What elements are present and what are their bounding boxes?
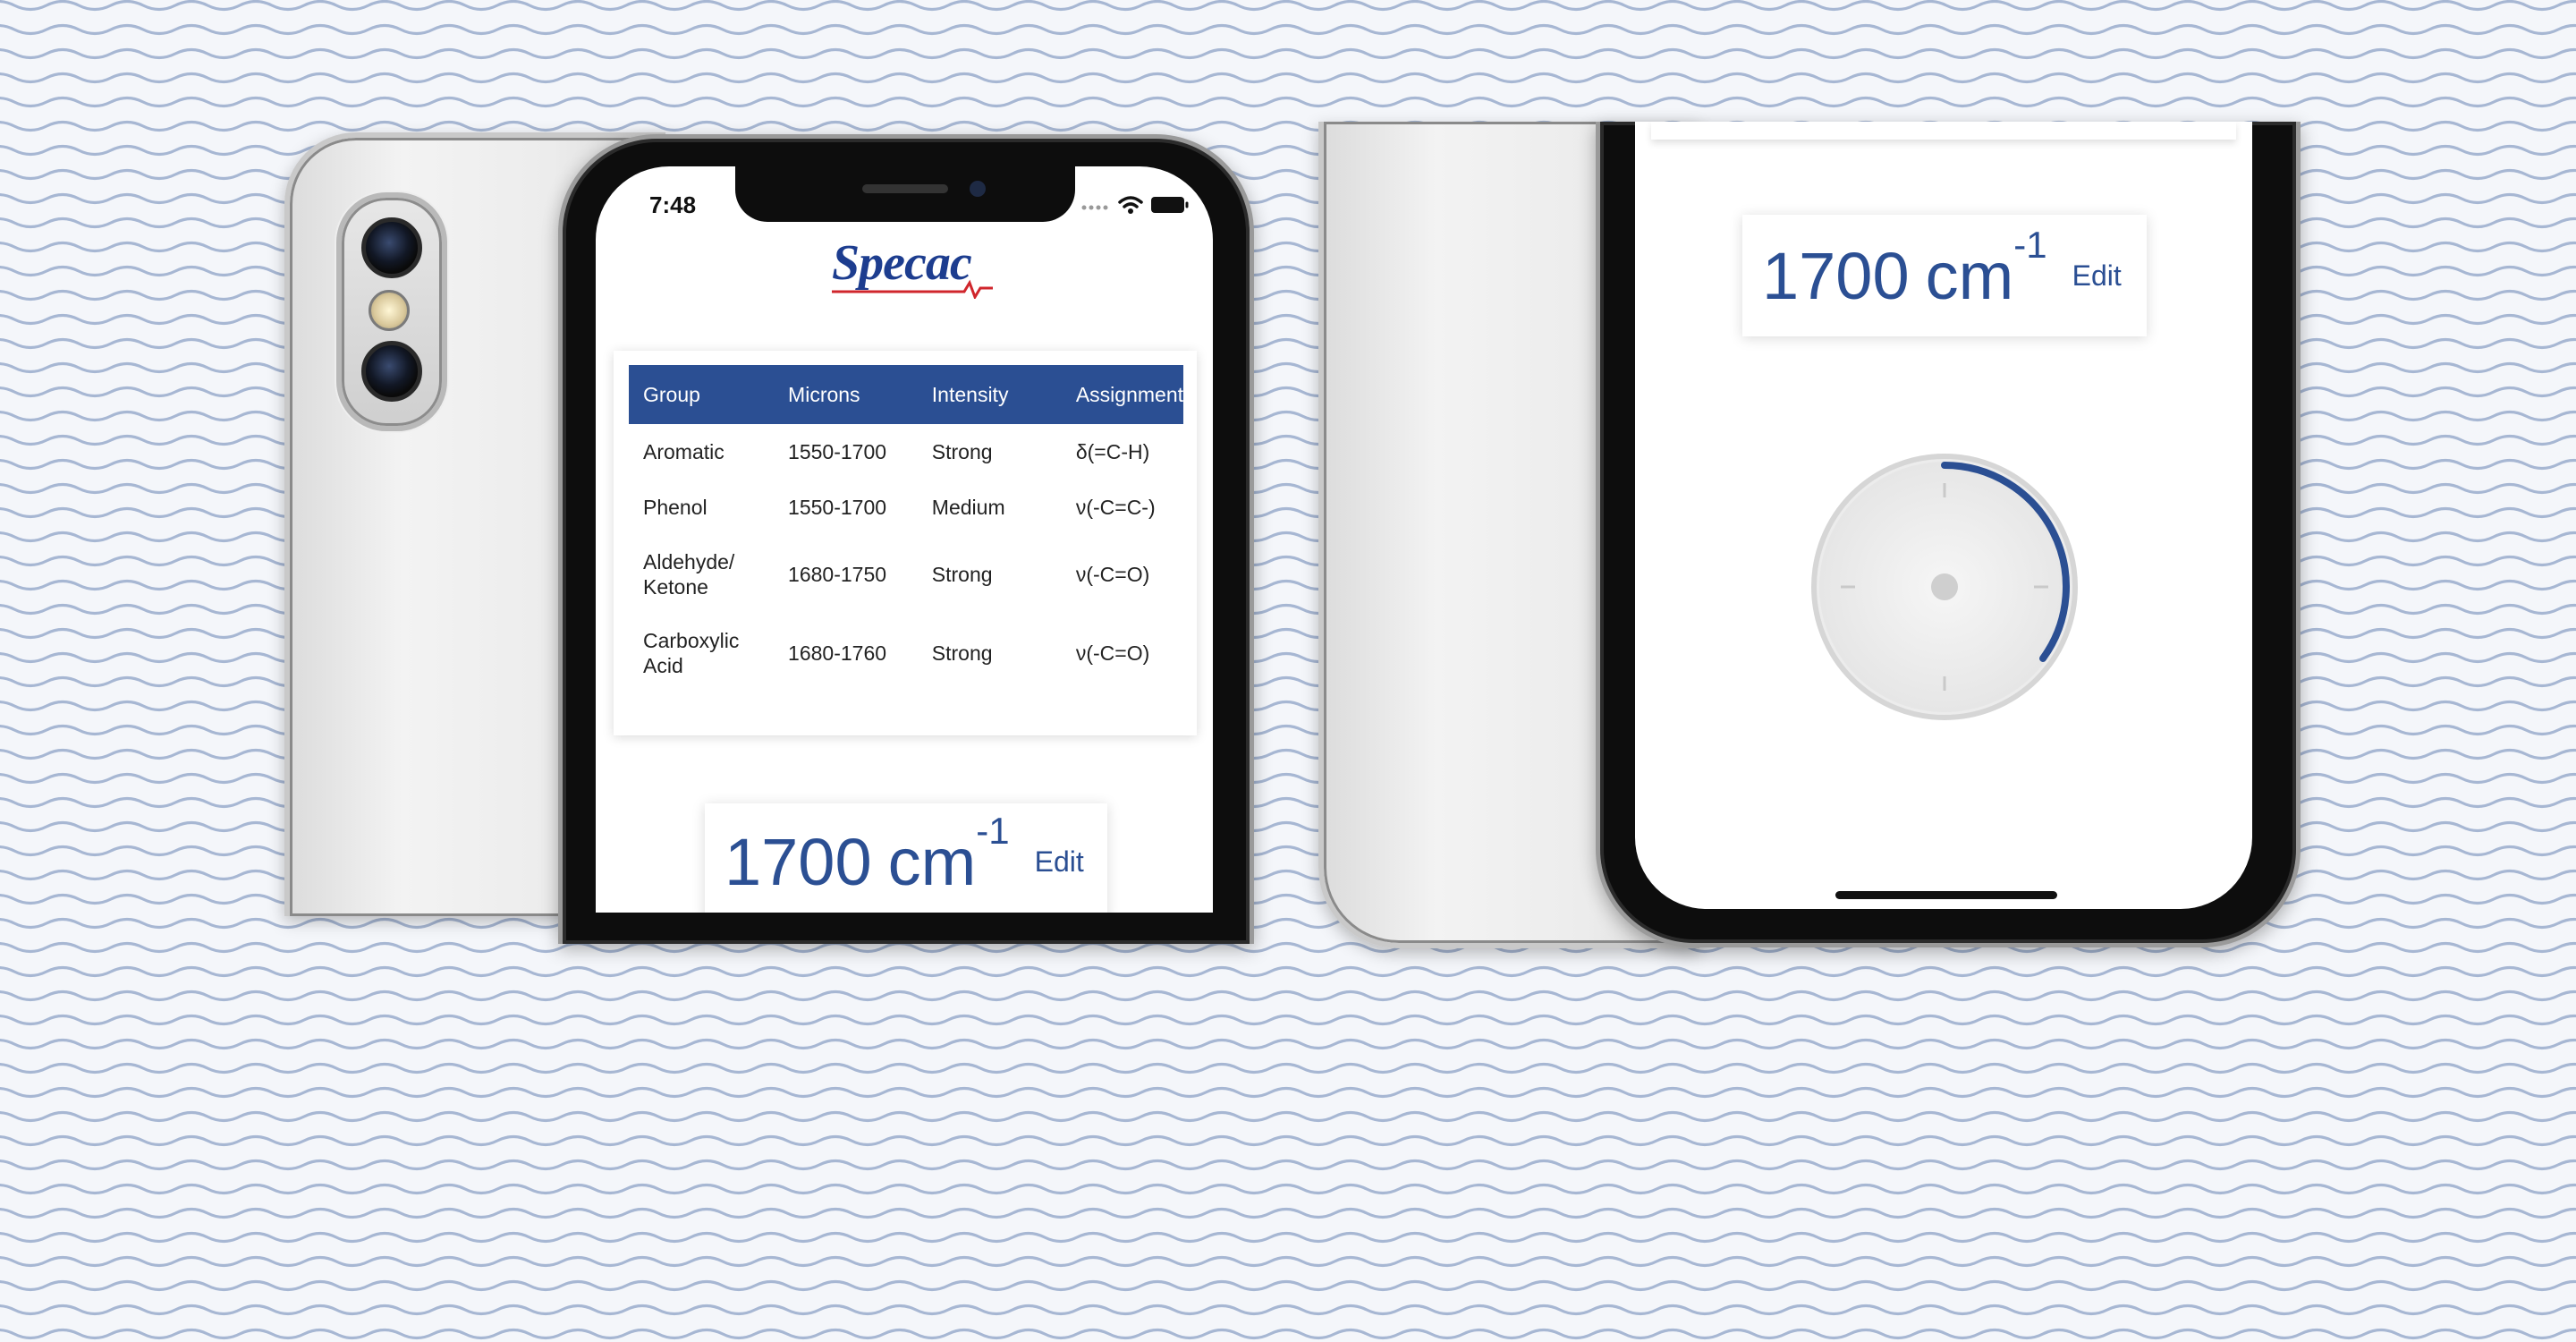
table-row[interactable]: Phenol 1550-1700 Medium ν(-C=C-) [629,480,1183,535]
wave-line [0,1086,2576,1099]
wave-line [0,0,2576,12]
wave-line [0,1062,2576,1074]
wave-line [0,1231,2576,1244]
speaker-grille [862,184,948,193]
frequency-unit: cm [1925,238,2014,313]
cell-microns: 1550-1700 [788,440,887,463]
flash-icon [369,290,410,331]
edit-button[interactable]: Edit [2072,259,2122,293]
cell-group: Carboxylic Acid [643,629,740,677]
wave-line [0,96,2576,108]
table-row[interactable]: Aromatic 1550-1700 Strong δ(=C-H) [629,424,1183,480]
cell-group: Phenol [643,496,708,519]
frequency-value: 1700 [1762,238,1910,313]
ir-table: Group Microns Intensity Assignment Aroma… [629,365,1183,692]
wave-line [0,47,2576,60]
cell-microns: 1550-1700 [788,496,887,519]
wave-line [0,1134,2576,1147]
frequency-exponent: -1 [976,810,1010,852]
header-intensity: Intensity [917,365,1062,424]
notch [735,166,1075,222]
home-indicator[interactable] [1835,891,2057,899]
cell-intensity: Strong [931,641,993,665]
logo-underline [832,279,993,299]
cell-intensity: Strong [931,440,993,463]
wave-line [0,1014,2576,1026]
cell-assignment: δ(=C-H) [1075,440,1150,463]
table-row[interactable]: Carboxylic Acid 1680-1760 Strong ν(-C=O) [629,614,1183,692]
frequency-display: 1700 cm -1 Edit [705,803,1107,913]
edit-button[interactable]: Edit [1035,845,1084,879]
header-assignment: Assignment [1061,365,1183,424]
screen-left: 7:48 Specac Group Microns Intensity Assi… [596,166,1213,913]
header-microns: Microns [774,365,918,424]
cell-group: Aldehyde/ Ketone [643,550,735,599]
cell-assignment: ν(-C=O) [1075,563,1150,586]
cell-microns: 1680-1750 [788,563,887,586]
screen-top-edge [1651,122,2236,140]
cell-assignment: ν(-C=C-) [1075,496,1156,519]
status-icons [1080,195,1190,215]
wifi-icon [1118,196,1143,214]
cell-intensity: Medium [931,496,1005,519]
battery-icon [1151,197,1189,213]
frequency-value: 1700 [724,824,872,899]
wave-line [0,1304,2576,1316]
header-group: Group [629,365,775,424]
wave-line [0,965,2576,978]
wave-line [0,1038,2576,1050]
wave-line [0,1255,2576,1268]
cell-group: Aromatic [643,440,724,463]
wave-line [0,1279,2576,1292]
frequency-dial[interactable] [1805,447,2084,726]
camera-module [336,192,447,431]
camera-lens-icon [361,217,422,278]
wave-line [0,1328,2576,1340]
camera-lens-icon [361,341,422,402]
wave-line [0,1159,2576,1171]
front-camera-icon [970,181,986,197]
wave-line [0,23,2576,36]
signal-icon [1081,205,1108,210]
table-header-row: Group Microns Intensity Assignment [629,365,1183,424]
cell-intensity: Strong [931,563,993,586]
wave-line [0,72,2576,84]
wave-line [0,1110,2576,1123]
ir-table-card: Group Microns Intensity Assignment Aroma… [614,351,1197,735]
cell-microns: 1680-1760 [788,641,887,665]
table-row[interactable]: Aldehyde/ Ketone 1680-1750 Strong ν(-C=O… [629,535,1183,614]
screen-right: 1700 cm -1 Edit [1635,122,2252,909]
status-time: 7:48 [649,191,697,218]
frequency-unit: cm [887,824,977,899]
frequency-exponent: -1 [2013,224,2047,266]
dial-center-knob [1931,573,1958,600]
wave-line [0,1183,2576,1195]
frequency-display: 1700 cm -1 Edit [1742,215,2147,336]
wave-line [0,1207,2576,1219]
wave-line [0,990,2576,1002]
cell-assignment: ν(-C=O) [1075,641,1150,665]
